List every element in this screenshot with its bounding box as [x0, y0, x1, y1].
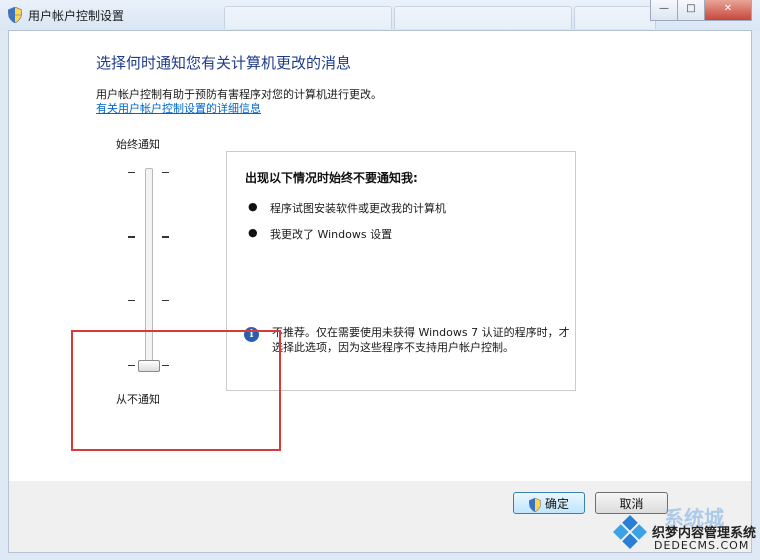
warning-note: 不推荐。仅在需要使用未获得 Windows 7 认证的程序时，才选择此选项，因为… — [272, 326, 570, 354]
bullet-dot: ● — [248, 226, 258, 239]
title-bar: 用户帐户控制设置 — □ ✕ — [0, 0, 760, 30]
slider-tick — [162, 236, 169, 238]
bullet-item: 程序试图安装软件或更改我的计算机 — [270, 202, 446, 215]
slider-top-label: 始终通知 — [116, 138, 160, 151]
help-link[interactable]: 有关用户帐户控制设置的详细信息 — [96, 100, 261, 116]
highlight-box — [71, 330, 281, 451]
maximize-button[interactable]: □ — [677, 0, 705, 21]
close-button[interactable]: ✕ — [704, 0, 752, 21]
shield-icon — [528, 497, 541, 512]
panel-heading: 出现以下情况时始终不要通知我: — [245, 171, 418, 185]
slider-tick — [162, 300, 169, 301]
windows-logo-icon — [613, 515, 647, 549]
background-tab — [224, 6, 392, 29]
background-tab — [394, 6, 572, 29]
watermark-line2: DEDECMS.COM — [654, 539, 750, 552]
minimize-button[interactable]: — — [650, 0, 678, 21]
slider-tick — [128, 236, 135, 238]
uac-settings-window: 用户帐户控制设置 — □ ✕ 选择何时通知您有关计算机更改的消息 用户帐户控制有… — [0, 0, 760, 560]
shield-icon — [8, 7, 22, 23]
background-tab — [574, 6, 656, 29]
slider-tick — [128, 172, 135, 173]
slider-tick — [128, 300, 135, 301]
bullet-dot: ● — [248, 200, 258, 213]
slider-tick — [162, 172, 169, 173]
page-title: 选择何时通知您有关计算机更改的消息 — [96, 54, 352, 72]
cancel-button[interactable]: 取消 — [595, 492, 668, 514]
bullet-item: 我更改了 Windows 设置 — [270, 228, 393, 241]
ok-button-label: 确定 — [544, 497, 569, 511]
window-title: 用户帐户控制设置 — [28, 9, 125, 23]
ok-button[interactable]: 确定 — [513, 492, 585, 514]
